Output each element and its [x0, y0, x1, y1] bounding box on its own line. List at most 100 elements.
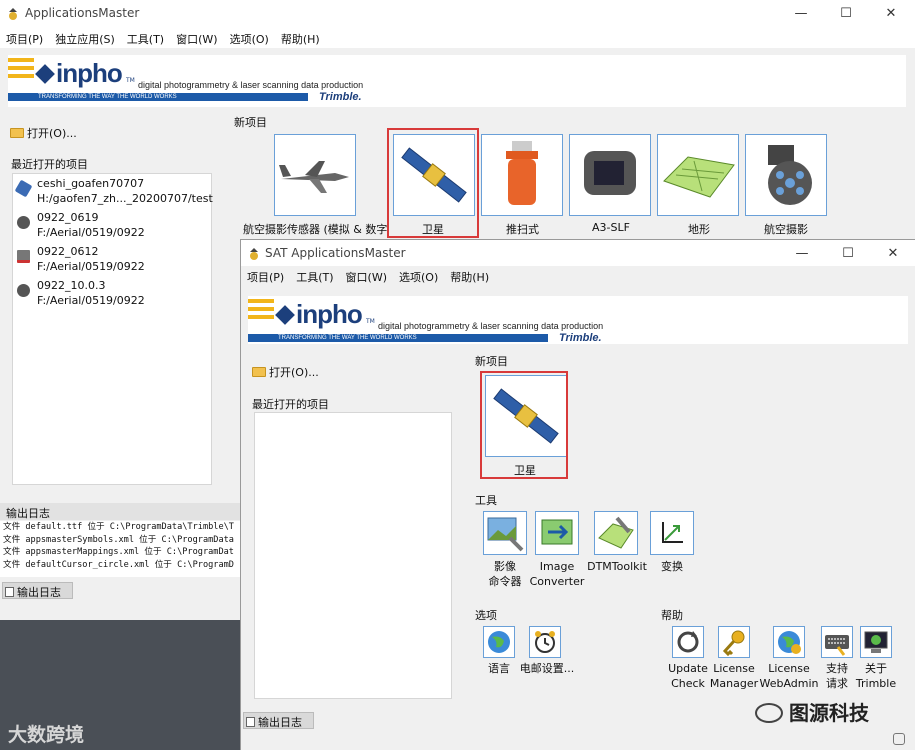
caption-line: License [768, 662, 810, 675]
list-item[interactable]: 0922_0619 F:/Aerial/0519/0922 [13, 210, 211, 244]
satellite-highlight [387, 128, 479, 238]
satellite-highlight [480, 371, 568, 479]
language-button[interactable] [483, 626, 515, 658]
logo-trademark: TM [366, 318, 375, 325]
camera-icon [17, 284, 30, 297]
open-project-button[interactable]: 打开(O)... [10, 125, 77, 141]
menu-help[interactable]: 帮助(H) [444, 266, 495, 285]
inpho-banner: inpho TM digital photogrammetry & laser … [248, 296, 908, 344]
trimble-logo: Trimble. [559, 332, 602, 344]
about-trimble-button[interactable] [860, 626, 892, 658]
list-item[interactable]: 0922_10.0.3 F:/Aerial/0519/0922 [13, 278, 211, 312]
inpho-logo: inpho [56, 58, 123, 88]
logo-diamond-icon [275, 305, 295, 325]
recent-item-name: 0922_0619 [37, 211, 99, 224]
menu-options[interactable]: 选项(O) [224, 28, 275, 47]
options-label: 选项 [475, 609, 497, 622]
globe-icon [488, 631, 510, 653]
banner-tagline: digital photogrammetry & laser scanning … [138, 80, 364, 90]
output-log-toggle-label: 输出日志 [258, 716, 302, 729]
open-project-button[interactable]: 打开(O)... [252, 364, 319, 380]
minimize-button[interactable]: — [787, 244, 817, 264]
menu-tools[interactable]: 工具(T) [290, 266, 339, 285]
output-log: 文件 default.ttf 位于 C:\ProgramData\Trimble… [0, 521, 240, 577]
watermark-right: 图源科技 [755, 697, 869, 726]
folder-icon [10, 128, 24, 138]
output-log-toggle[interactable]: 输出日志 [243, 712, 314, 729]
caption-line: WebAdmin [759, 677, 819, 690]
caption-line: Check [671, 677, 705, 690]
caption-line: Manager [709, 677, 759, 690]
transform-icon [662, 522, 683, 543]
image-commander-button[interactable] [483, 511, 527, 555]
transform-button[interactable] [650, 511, 694, 555]
menu-bar: 项目(P) 独立应用(S) 工具(T) 窗口(W) 选项(O) 帮助(H) [0, 28, 915, 48]
support-request-button[interactable] [821, 626, 853, 658]
trimble-logo: Trimble. [319, 91, 362, 103]
list-item[interactable]: ceshi_goafen70707 H:/gaofen7_zh..._20200… [13, 176, 213, 210]
output-log-toggle[interactable]: 输出日志 [2, 582, 73, 599]
image-converter-icon [541, 519, 573, 545]
refresh-icon [677, 631, 699, 653]
license-webadmin-caption: License WebAdmin [758, 661, 820, 691]
menu-options[interactable]: 选项(O) [393, 266, 444, 285]
menu-window[interactable]: 窗口(W) [170, 28, 223, 47]
email-settings-caption: 电邮设置... [519, 662, 575, 675]
watermark-right-text: 图源科技 [789, 701, 869, 725]
license-webadmin-button[interactable] [773, 626, 805, 658]
menu-help[interactable]: 帮助(H) [275, 28, 326, 47]
caption-line: Image [539, 560, 575, 573]
menu-project[interactable]: 项目(P) [241, 266, 290, 285]
aerial-photo-tile[interactable] [745, 134, 827, 216]
close-button[interactable]: ✕ [878, 244, 908, 264]
close-button[interactable]: ✕ [876, 4, 906, 24]
image-converter-button[interactable] [535, 511, 579, 555]
logo-bars [8, 58, 34, 82]
alarm-clock-icon [535, 631, 555, 653]
output-log-toggle-label: 输出日志 [17, 586, 61, 599]
sat-applications-master-window: SAT ApplicationsMaster — ☐ ✕ 项目(P) 工具(T) 窗… [240, 239, 915, 750]
logo-bars [248, 299, 274, 323]
pushbroom-tile[interactable] [481, 134, 563, 216]
resize-grip-icon[interactable] [893, 733, 905, 745]
email-settings-button[interactable] [529, 626, 561, 658]
tools-label: 工具 [475, 494, 497, 507]
recent-item-path: H:/gaofen7_zh..._20200707/test [37, 192, 213, 205]
maximize-button[interactable]: ☐ [833, 244, 863, 264]
logo-trademark: TM [126, 77, 135, 84]
web-globe-icon [778, 631, 801, 654]
a3-camera-icon [584, 151, 636, 195]
caption-line: 支持 [826, 662, 848, 675]
app-icon [250, 248, 258, 260]
terrain-tile[interactable] [657, 134, 739, 216]
recent-item-path: F:/Aerial/0519/0922 [37, 260, 145, 273]
log-line: 文件 appsmasterMappings.xml 位于 C:\ProgramD… [3, 547, 234, 557]
dtm-toolkit-button[interactable] [594, 511, 638, 555]
aerial-sensor-tile[interactable] [274, 134, 356, 216]
about-icon [864, 631, 888, 653]
recent-projects-list [254, 412, 452, 699]
update-check-caption: Update Check [661, 661, 715, 691]
list-item[interactable]: 0922_0612 F:/Aerial/0519/0922 [13, 244, 211, 278]
airplane-icon [279, 161, 349, 193]
recent-item-name: 0922_10.0.3 [37, 279, 106, 292]
menu-project[interactable]: 项目(P) [0, 28, 49, 47]
menu-window[interactable]: 窗口(W) [340, 266, 393, 285]
menu-tools[interactable]: 工具(T) [121, 28, 170, 47]
maximize-button[interactable]: ☐ [831, 4, 861, 24]
watermark-left: 大数跨境 [8, 724, 85, 746]
update-check-button[interactable] [672, 626, 704, 658]
license-manager-button[interactable] [718, 626, 750, 658]
minimize-button[interactable]: — [786, 4, 816, 24]
a3-slf-tile[interactable] [569, 134, 651, 216]
recent-projects-list: ceshi_goafen70707 H:/gaofen7_zh..._20200… [12, 173, 213, 485]
app-icon [9, 8, 17, 20]
pushbroom-sensor-icon [506, 141, 538, 205]
caption-line: Converter [529, 575, 585, 588]
menu-standalone[interactable]: 独立应用(S) [49, 28, 121, 47]
log-line: 文件 appsmasterSymbols.xml 位于 C:\ProgramDa… [3, 534, 234, 545]
output-log-header: 输出日志 [0, 503, 240, 520]
caption-line: Trimble [855, 677, 897, 690]
recent-item-path: F:/Aerial/0519/0922 [37, 294, 145, 307]
camera-icon [17, 216, 30, 229]
